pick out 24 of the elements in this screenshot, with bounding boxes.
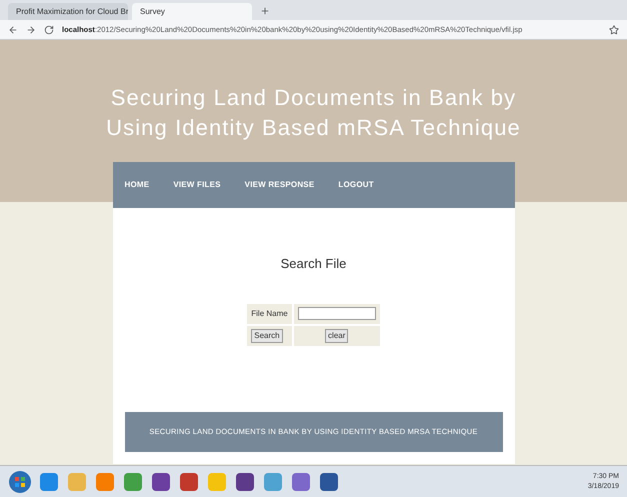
taskbar-app-icon[interactable]: [178, 470, 200, 492]
browser-tab[interactable]: Profit Maximization for Cloud Br: [8, 3, 128, 20]
nav-link[interactable]: LOGOUT: [338, 179, 374, 191]
back-icon[interactable]: [8, 24, 18, 34]
nav-link[interactable]: VIEW RESPONSE: [244, 179, 314, 191]
reload-icon[interactable]: [44, 24, 54, 34]
taskbar-app-icon[interactable]: [150, 470, 172, 492]
search-button[interactable]: Search: [251, 328, 283, 342]
taskbar-app-icon[interactable]: [38, 470, 60, 492]
nav-link[interactable]: VIEW FILES: [173, 179, 221, 191]
taskbar-app-icon[interactable]: [290, 470, 312, 492]
nav-link[interactable]: HOME: [124, 179, 150, 191]
taskbar-app-icon[interactable]: [318, 470, 340, 492]
star-icon[interactable]: [609, 24, 619, 34]
file-name-field[interactable]: [298, 307, 376, 320]
search-heading: Search File: [280, 255, 346, 273]
field-label: File Name: [247, 304, 292, 324]
start-button[interactable]: [8, 470, 32, 494]
new-tab-icon[interactable]: [260, 6, 270, 16]
clear-button[interactable]: clear: [325, 328, 348, 342]
site-title: Securing Land Documents in Bank by Using Identity Based mRSA Technique: [105, 84, 522, 142]
browser-tab[interactable]: Survey: [132, 3, 252, 20]
taskbar-app-icon[interactable]: [234, 470, 256, 492]
forward-icon[interactable]: [26, 24, 36, 34]
